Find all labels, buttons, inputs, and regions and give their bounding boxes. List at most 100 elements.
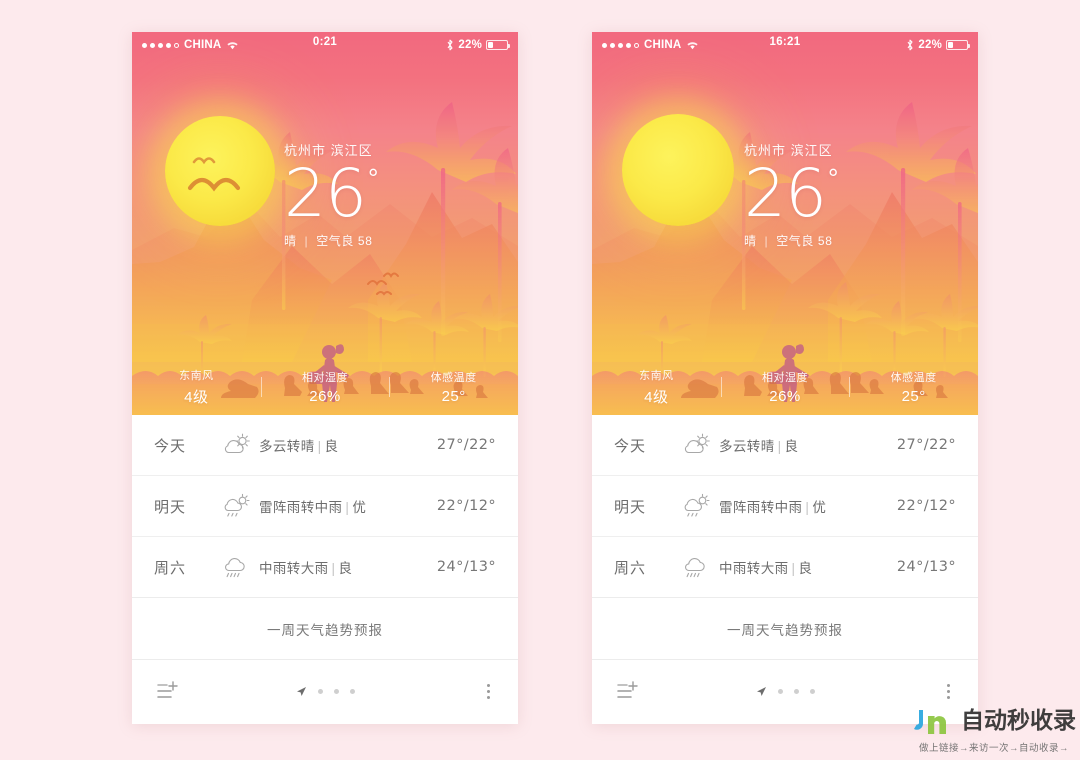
status-right-group: 22% (446, 39, 510, 51)
forecast-aqi: 优 (812, 500, 827, 515)
forecast-condition-group: 中雨转大雨 | 良 (682, 554, 897, 580)
stat-feels-like: 体感温度 25° (389, 369, 518, 405)
table-row[interactable]: 今天 多云转晴 | 良 27°/22° (592, 415, 978, 476)
location-label[interactable]: 杭州市 滨江区 (284, 140, 378, 159)
air-quality-label: 空气良 58 (776, 234, 833, 248)
thunderstorm-icon (682, 493, 712, 519)
status-bar-left: CHINA 0:21 22% (132, 32, 518, 54)
stat-feels-like-value: 25° (441, 388, 466, 405)
forecast-aqi: 良 (338, 561, 353, 576)
weather-stats-row-right: 东南风 4级 相对湿度 26% 体感温度 25° (592, 359, 978, 415)
condition-line: 晴 | 空气良 58 (744, 232, 838, 249)
page-indicator-left (132, 686, 518, 697)
location-arrow-icon[interactable] (756, 686, 767, 697)
degree-symbol: ° (367, 163, 379, 193)
forecast-desc-text: 中雨转大雨 (259, 561, 329, 576)
forecast-desc-text: 雷阵雨转中雨 (259, 500, 343, 515)
weather-stats-row-left: 东南风 4级 相对湿度 26% 体感温度 25° (132, 359, 518, 415)
forecast-description: 中雨转大雨 | 良 (259, 557, 352, 577)
forecast-day: 今天 (154, 437, 187, 455)
rain-icon (222, 554, 252, 580)
weekly-trend-button[interactable]: 一周天气趋势预报 (592, 598, 978, 660)
page-dot[interactable] (793, 688, 799, 694)
rain-icon (682, 554, 712, 580)
forecast-condition-group: 雷阵雨转中雨 | 优 (222, 493, 437, 519)
condition-separator: | (304, 234, 309, 248)
condition-line: 晴 | 空气良 58 (284, 232, 378, 249)
bluetooth-icon (446, 39, 454, 51)
condition-separator: | (764, 234, 769, 248)
forecast-temps: 27°/22° (896, 437, 956, 453)
forecast-aqi: 优 (352, 500, 367, 515)
weather-hero-right: CHINA 16:21 22% 杭州市 滨江区 26 ° 晴 | 空气良 58 … (592, 32, 978, 415)
forecast-description: 雷阵雨转中雨 | 优 (719, 496, 826, 516)
forecast-desc-text: 雷阵雨转中雨 (719, 500, 803, 515)
current-temperature: 26 ° (744, 161, 838, 227)
forecast-desc-text: 中雨转大雨 (719, 561, 789, 576)
temperature-value: 26 (284, 155, 367, 232)
forecast-day: 今天 (614, 437, 647, 455)
forecast-condition-group: 多云转晴 | 良 (222, 432, 437, 458)
forecast-sep: | (777, 439, 782, 454)
forecast-description: 多云转晴 | 良 (259, 435, 338, 455)
table-row[interactable]: 周六 中雨转大雨 | 良 24°/13° (132, 537, 518, 598)
stat-wind-value: 4级 (184, 389, 209, 406)
table-row[interactable]: 周六 中雨转大雨 | 良 24°/13° (592, 537, 978, 598)
hero-text-block-left: 杭州市 滨江区 26 ° 晴 | 空气良 58 (284, 140, 378, 249)
forecast-temps: 24°/13° (896, 559, 956, 575)
forecast-aqi: 良 (798, 561, 813, 576)
forecast-sep: | (805, 500, 810, 515)
battery-icon (946, 40, 970, 50)
battery-percent-label: 22% (918, 39, 942, 51)
page-dot[interactable] (317, 688, 323, 694)
weather-hero-left: CHINA 0:21 22% 杭州市 滨江区 26 ° 晴 | 空气良 58 东… (132, 32, 518, 415)
page-dot[interactable] (349, 688, 355, 694)
table-row[interactable]: 明天 雷阵雨转中雨 | 优 22°/12° (592, 476, 978, 537)
forecast-list-right: 今天 多云转晴 | 良 27°/22° 明天 雷阵雨转中雨 | 优 22°/12… (592, 415, 978, 598)
forecast-condition-group: 中雨转大雨 | 良 (222, 554, 437, 580)
stat-humidity-value: 26% (769, 388, 801, 405)
forecast-sep: | (331, 561, 336, 576)
stat-humidity: 相对湿度 26% (260, 369, 390, 405)
battery-percent-label: 22% (458, 39, 482, 51)
status-bar-right: CHINA 16:21 22% (592, 32, 978, 54)
forecast-description: 雷阵雨转中雨 | 优 (259, 496, 366, 516)
current-temperature: 26 ° (284, 161, 378, 227)
forecast-list-left: 今天 多云转晴 | 良 27°/22° 明天 雷阵雨转中雨 | 优 22°/12… (132, 415, 518, 598)
stat-wind: 东南风 4级 (132, 367, 261, 407)
thunderstorm-icon (222, 493, 252, 519)
location-arrow-icon[interactable] (296, 686, 307, 697)
page-dot[interactable] (809, 688, 815, 694)
phone-mockup-left: CHINA 0:21 22% 杭州市 滨江区 26 ° 晴 | 空气良 58 东… (132, 32, 518, 724)
forecast-day: 明天 (614, 498, 647, 516)
condition-label: 晴 (284, 234, 297, 248)
status-right-group: 22% (906, 39, 970, 51)
partly-cloudy-icon (222, 432, 252, 458)
weekly-trend-button[interactable]: 一周天气趋势预报 (132, 598, 518, 660)
forecast-aqi: 良 (324, 439, 339, 454)
forecast-day: 周六 (154, 559, 187, 577)
condition-label: 晴 (744, 234, 757, 248)
forecast-description: 中雨转大雨 | 良 (719, 557, 812, 577)
forecast-temps: 22°/12° (436, 498, 496, 514)
stat-humidity-label: 相对湿度 (762, 372, 808, 384)
forecast-sep: | (317, 439, 322, 454)
watermark-subtitle: 做上链接→来访一次→自动收录→ (918, 743, 1069, 754)
battery-icon (486, 40, 510, 50)
stat-wind: 东南风 4级 (592, 367, 721, 407)
forecast-desc-text: 多云转晴 (259, 439, 315, 454)
forecast-day: 明天 (154, 498, 187, 516)
bottom-toolbar-left (132, 660, 518, 722)
table-row[interactable]: 今天 多云转晴 | 良 27°/22° (132, 415, 518, 476)
temperature-value: 26 (744, 155, 827, 232)
stat-humidity: 相对湿度 26% (720, 369, 850, 405)
page-dot[interactable] (777, 688, 783, 694)
location-label[interactable]: 杭州市 滨江区 (744, 140, 838, 159)
table-row[interactable]: 明天 雷阵雨转中雨 | 优 22°/12° (132, 476, 518, 537)
air-quality-label: 空气良 58 (316, 234, 373, 248)
stat-wind-value: 4级 (644, 389, 669, 406)
stat-wind-label: 东南风 (639, 370, 674, 382)
degree-symbol: ° (827, 163, 839, 193)
page-dot[interactable] (333, 688, 339, 694)
forecast-condition-group: 多云转晴 | 良 (682, 432, 897, 458)
